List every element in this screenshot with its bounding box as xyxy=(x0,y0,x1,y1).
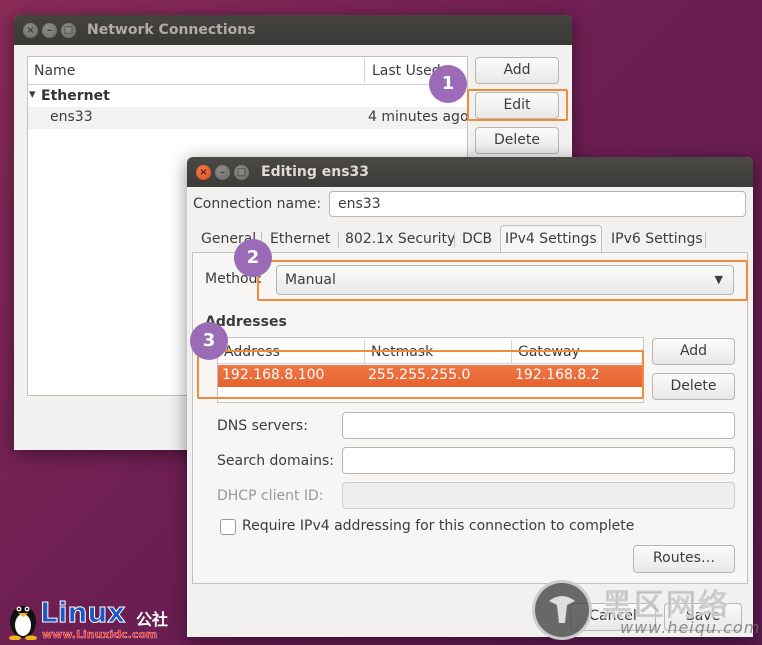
dns-servers-input[interactable] xyxy=(342,412,735,439)
tree-group-ethernet[interactable]: ▾ Ethernet xyxy=(28,87,467,107)
heiqu-watermark: 黑区网络 www.heiqu.com xyxy=(528,578,762,645)
connection-name: ens33 xyxy=(50,109,93,125)
dhcp-client-id-input xyxy=(342,482,735,509)
add-address-button[interactable]: Add xyxy=(652,338,735,365)
linux-brand-text: Linux xyxy=(39,596,126,630)
tab-dcb[interactable]: DCB xyxy=(458,226,496,254)
linux-brand-cn-text: 公社 xyxy=(136,610,169,629)
connection-last-used: 4 minutes ago xyxy=(368,109,469,125)
edit-highlight-box xyxy=(467,89,568,121)
network-connections-titlebar[interactable]: × – □ Network Connections xyxy=(14,15,572,45)
tab-802-1x-security[interactable]: 802.1x Security xyxy=(341,226,459,254)
tab-separator xyxy=(338,232,339,248)
delete-connection-button[interactable]: Delete xyxy=(475,127,559,154)
callout-badge-3: 3 xyxy=(190,322,228,360)
editing-titlebar[interactable]: × – □ Editing ens33 xyxy=(187,157,753,187)
group-label: Ethernet xyxy=(41,88,110,104)
delete-address-button[interactable]: Delete xyxy=(652,373,735,400)
require-ipv4-label[interactable]: Require IPv4 addressing for this connect… xyxy=(242,518,634,534)
chevron-down-icon[interactable]: ▾ xyxy=(29,87,36,102)
method-highlight-box xyxy=(257,260,748,301)
linuxidc-watermark: Linux 公社 www.Linuxidc.com xyxy=(4,596,184,642)
linux-url-text: www.Linuxidc.com xyxy=(42,628,158,641)
close-icon[interactable]: × xyxy=(196,165,211,180)
column-header-name[interactable]: Name xyxy=(34,63,75,79)
dns-servers-label: DNS servers: xyxy=(217,418,308,434)
tree-header: Name Last Used xyxy=(28,57,467,85)
connection-name-input[interactable]: ens33 xyxy=(329,191,746,217)
minimize-icon[interactable]: – xyxy=(42,23,57,38)
tab-ipv6-settings[interactable]: IPv6 Settings xyxy=(607,226,707,254)
connection-name-label: Connection name: xyxy=(193,196,322,212)
maximize-icon[interactable]: □ xyxy=(234,165,249,180)
tux-penguin-icon xyxy=(9,606,37,640)
heiqu-logo-icon xyxy=(532,580,592,640)
heiqu-url-text: www.heiqu.com xyxy=(620,618,761,637)
dhcp-client-id-label: DHCP client ID: xyxy=(217,488,324,504)
address-row-highlight-box xyxy=(197,350,644,399)
routes-button[interactable]: Routes… xyxy=(633,545,735,573)
window-title: Editing ens33 xyxy=(261,164,370,180)
callout-badge-1: 1 xyxy=(429,65,467,103)
table-row[interactable]: ens33 4 minutes ago xyxy=(28,107,469,129)
callout-badge-2: 2 xyxy=(234,239,272,277)
require-ipv4-checkbox[interactable] xyxy=(220,519,236,535)
tab-separator xyxy=(454,232,455,248)
minimize-icon[interactable]: – xyxy=(215,165,230,180)
window-title: Network Connections xyxy=(87,22,256,38)
tab-separator xyxy=(705,232,706,248)
column-separator xyxy=(364,59,365,83)
add-connection-button[interactable]: Add xyxy=(475,57,559,84)
tab-ipv4-settings[interactable]: IPv4 Settings xyxy=(500,225,602,253)
maximize-icon[interactable]: □ xyxy=(61,23,76,38)
close-icon[interactable]: × xyxy=(23,23,38,38)
search-domains-input[interactable] xyxy=(342,447,735,474)
tab-ethernet[interactable]: Ethernet xyxy=(266,226,334,254)
search-domains-label: Search domains: xyxy=(217,453,334,469)
